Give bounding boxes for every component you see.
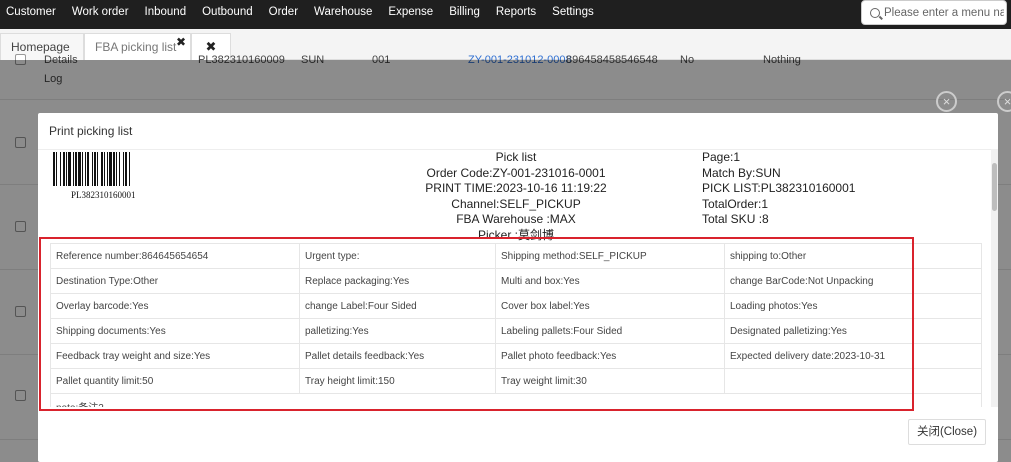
total-sku: Total SKU :8: [702, 212, 769, 226]
nav-outbound[interactable]: Outbound: [194, 0, 261, 29]
nav-reports[interactable]: Reports: [488, 0, 544, 29]
barcode-number: PL382310160001: [71, 190, 136, 200]
nav-expense[interactable]: Expense: [380, 0, 441, 29]
nav-settings[interactable]: Settings: [544, 0, 602, 29]
overlay-close-icon-2[interactable]: ×: [997, 91, 1011, 112]
fba-warehouse: FBA Warehouse :MAX: [456, 212, 576, 226]
nav-warehouse[interactable]: Warehouse: [306, 0, 380, 29]
overlay-close-icon[interactable]: ×: [936, 91, 957, 112]
nav-customer[interactable]: Customer: [0, 0, 64, 29]
modal-scrollbar[interactable]: [991, 149, 998, 407]
close-button[interactable]: 关闭(Close): [908, 419, 986, 445]
modal-title: Print picking list: [49, 124, 133, 138]
nav-order[interactable]: Order: [261, 0, 306, 29]
top-nav: Customer Work order Inbound Outbound Ord…: [0, 0, 1011, 29]
print-time: PRINT TIME:2023-10-16 11:19:22: [425, 181, 607, 195]
nav-work-order[interactable]: Work order: [64, 0, 137, 29]
nav-billing[interactable]: Billing: [441, 0, 488, 29]
menu-search: [861, 0, 1007, 25]
pick-list-id: PICK LIST:PL382310160001: [702, 181, 856, 195]
channel: Channel:SELF_PICKUP: [451, 196, 581, 211]
page-number: Page:1: [702, 150, 741, 164]
scroll-thumb[interactable]: [992, 163, 997, 211]
highlight-box: [39, 237, 914, 411]
match-by: Match By:SUN: [702, 165, 781, 180]
nav-inbound[interactable]: Inbound: [137, 0, 195, 29]
total-order: TotalOrder:1: [702, 196, 769, 211]
pick-list-title: Pick list: [495, 150, 537, 164]
pick-list-header: Pick list Order Code:ZY-001-231016-0001 …: [378, 150, 654, 243]
search-icon: [870, 7, 880, 18]
order-code: Order Code:ZY-001-231016-0001: [426, 165, 606, 180]
barcode: [53, 152, 130, 186]
pick-list-summary: Page:1 Match By:SUN PICK LIST:PL38231016…: [702, 150, 855, 228]
menu-search-input[interactable]: [884, 6, 1004, 19]
